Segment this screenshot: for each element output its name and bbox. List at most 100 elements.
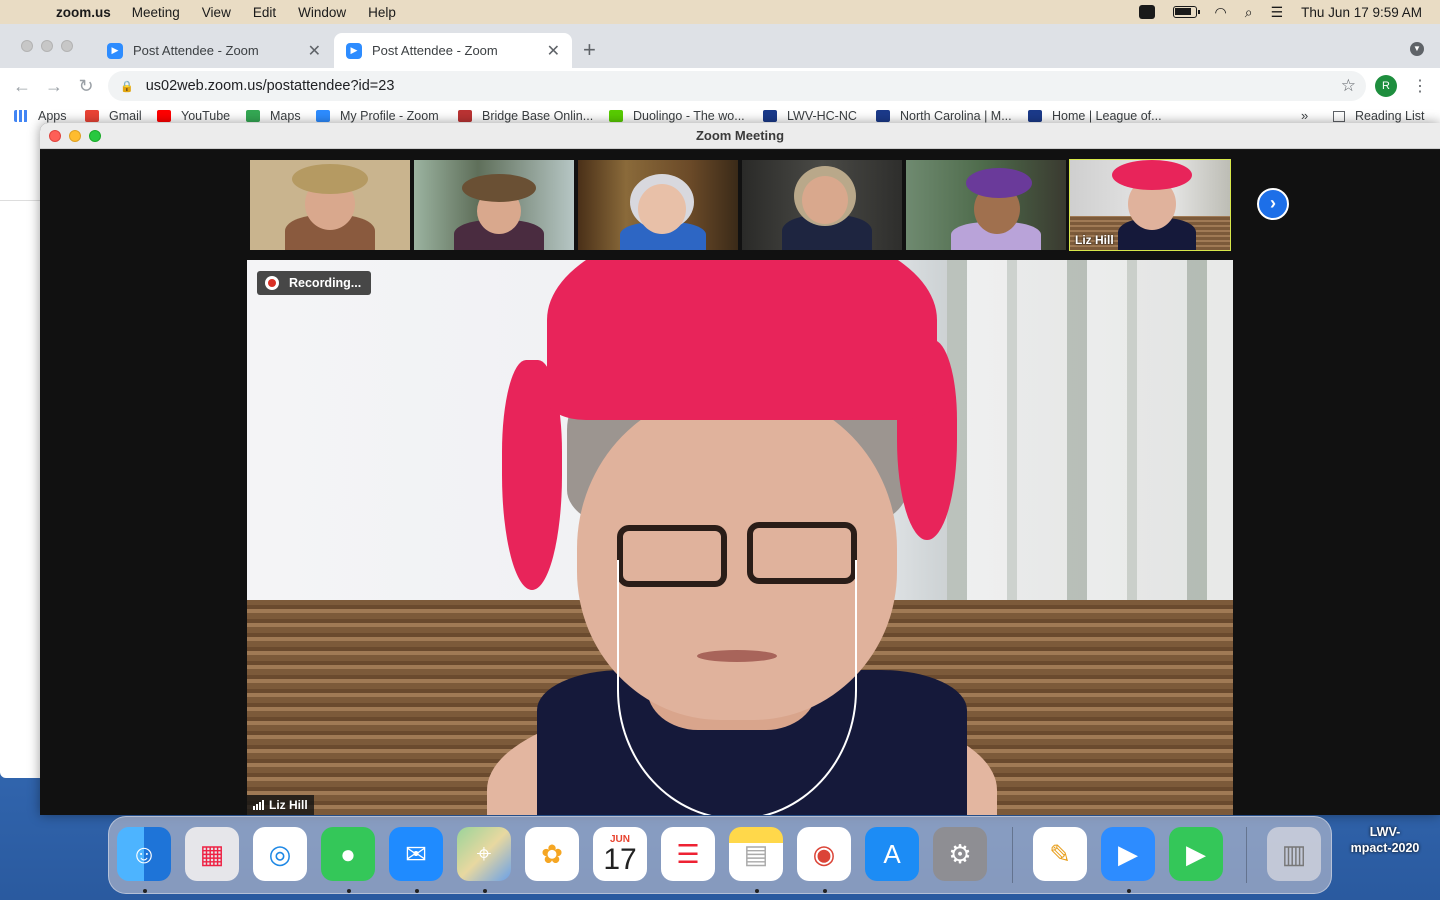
tab-search-icon[interactable]: ▼ <box>1410 42 1424 56</box>
safari-icon[interactable]: ◎ <box>253 827 307 881</box>
desktop-file-name: LWV- mpact-2020 <box>1350 825 1420 855</box>
running-indicator <box>1127 889 1131 893</box>
browser-menu-icon[interactable]: ⋮ <box>1412 76 1428 96</box>
tab-title: Post Attendee - Zoom <box>133 43 259 58</box>
tab-close-icon[interactable]: ✕ <box>547 41 560 61</box>
zoom-minimize-button[interactable] <box>69 130 81 142</box>
bookmark-gmail[interactable]: Gmail <box>85 109 142 123</box>
reload-icon[interactable]: ↻ <box>70 76 102 97</box>
tab-close-icon[interactable]: ✕ <box>308 41 321 61</box>
address-bar[interactable]: 🔒 us02web.zoom.us/postattendee?id=23 ☆ <box>108 71 1366 101</box>
gmail-icon <box>85 110 99 122</box>
bookmark-lwv-hc-nc[interactable]: LWV-HC-NC <box>763 109 857 123</box>
reminders-icon[interactable]: ☰ <box>661 827 715 881</box>
participant-face <box>638 184 686 234</box>
bookmark-home-league[interactable]: Home | League of... <box>1028 109 1162 123</box>
participant-thumbnail[interactable] <box>906 160 1066 250</box>
tab-strip: ▶ Post Attendee - Zoom ✕ ▶ Post Attendee… <box>0 24 1440 68</box>
launchpad-icon[interactable]: ▦ <box>185 827 239 881</box>
reading-list-label: Reading List <box>1355 109 1425 123</box>
app-store-icon[interactable]: A <box>865 827 919 881</box>
zoom-meeting-body: Liz Hill › Recording... Liz Hill <box>40 150 1440 815</box>
bookmark-label: My Profile - Zoom <box>340 109 439 123</box>
active-speaker-video[interactable]: Recording... Liz Hill <box>247 260 1233 815</box>
spotlight-search-icon[interactable]: ⌕ <box>1245 4 1253 21</box>
back-arrow-icon[interactable]: ← <box>6 76 38 97</box>
participant-thumbnail-active[interactable]: Liz Hill <box>1069 159 1231 251</box>
zoom-favicon-icon: ▶ <box>107 42 123 59</box>
bookmark-apps[interactable]: Apps <box>14 109 67 123</box>
maps-icon[interactable]: ⌖ <box>457 827 511 881</box>
calendar-icon[interactable]: JUN 17 <box>593 827 647 881</box>
record-dot-icon <box>265 276 279 290</box>
bookmark-duolingo[interactable]: Duolingo - The wo... <box>609 109 745 123</box>
participant-thumbnail[interactable] <box>250 160 410 250</box>
browser-close-button[interactable] <box>21 40 33 52</box>
menu-app-name[interactable]: zoom.us <box>56 5 111 20</box>
chrome-icon[interactable]: ◉ <box>797 827 851 881</box>
zoom-fullscreen-button[interactable] <box>89 130 101 142</box>
wifi-icon[interactable]: ◠ <box>1215 4 1227 21</box>
zoom-close-button[interactable] <box>49 130 61 142</box>
earphone-cord <box>617 560 857 815</box>
browser-tab[interactable]: ▶ Post Attendee - Zoom ✕ <box>95 33 333 68</box>
recording-label: Recording... <box>289 276 362 290</box>
participant-thumbnail[interactable] <box>578 160 738 250</box>
photos-icon[interactable]: ✿ <box>525 827 579 881</box>
finder-icon[interactable]: ☺ <box>117 827 171 881</box>
speaker-name: Liz Hill <box>269 798 308 812</box>
participant-hat <box>966 168 1032 198</box>
running-indicator <box>755 889 759 893</box>
zoom-app-icon[interactable]: ▶ <box>1101 827 1155 881</box>
menu-help[interactable]: Help <box>368 5 396 20</box>
control-center-icon[interactable]: ☰ <box>1271 4 1284 21</box>
notes-icon[interactable]: ▤ <box>729 827 783 881</box>
participant-thumbnail[interactable] <box>742 160 902 250</box>
pages-icon[interactable]: ✎ <box>1033 827 1087 881</box>
menu-window[interactable]: Window <box>298 5 346 20</box>
dock: ☺ ▦ ◎ ● ✉ ⌖ ✿ JUN 17 ☰ ▤ ◉ A ⚙ ✎ ▶ ▶ ▥ <box>108 816 1332 894</box>
url-text[interactable]: us02web.zoom.us/postattendee?id=23 <box>146 78 395 94</box>
new-tab-button[interactable]: + <box>583 37 596 63</box>
browser-zoom-button[interactable] <box>61 40 73 52</box>
bookmark-star-icon[interactable]: ☆ <box>1341 76 1356 96</box>
lwv-icon <box>1028 110 1042 122</box>
battery-icon[interactable] <box>1172 6 1200 18</box>
recording-indicator[interactable]: Recording... <box>257 271 372 295</box>
bookmark-bridge-base[interactable]: Bridge Base Onlin... <box>458 109 593 123</box>
browser-tab-active[interactable]: ▶ Post Attendee - Zoom ✕ <box>334 33 572 68</box>
lock-icon[interactable]: 🔒 <box>120 80 134 93</box>
bookmark-label: Home | League of... <box>1052 109 1162 123</box>
menubar-clock[interactable]: Thu Jun 17 9:59 AM <box>1301 5 1422 20</box>
next-page-button[interactable]: › <box>1257 188 1289 220</box>
messages-icon[interactable]: ● <box>321 827 375 881</box>
bookmark-label: North Carolina | M... <box>900 109 1012 123</box>
menu-view[interactable]: View <box>202 5 231 20</box>
youtube-icon <box>157 110 171 122</box>
bookmark-youtube[interactable]: YouTube <box>157 109 230 123</box>
bookmark-north-carolina[interactable]: North Carolina | M... <box>876 109 1012 123</box>
profile-avatar[interactable]: R <box>1375 75 1397 97</box>
running-indicator <box>483 889 487 893</box>
bookmark-maps[interactable]: Maps <box>246 109 301 123</box>
browser-toolbar: ← → ↻ 🔒 us02web.zoom.us/postattendee?id=… <box>0 68 1440 104</box>
facetime-icon[interactable]: ▶ <box>1169 827 1223 881</box>
zoom-status-icon[interactable] <box>1138 5 1155 19</box>
mail-icon[interactable]: ✉ <box>389 827 443 881</box>
desktop-file-label[interactable]: LWV- mpact-2020 <box>1330 824 1440 856</box>
bookmark-label: YouTube <box>181 109 231 123</box>
maps-icon <box>246 110 260 122</box>
participant-thumbnail[interactable] <box>414 160 574 250</box>
bookmarks-overflow-button[interactable]: » <box>1301 108 1308 123</box>
bookmark-label: Apps <box>38 109 67 123</box>
apps-grid-icon <box>14 110 28 122</box>
menu-meeting[interactable]: Meeting <box>132 5 180 20</box>
bookmark-label: Maps <box>270 109 301 123</box>
bookmark-my-profile-zoom[interactable]: My Profile - Zoom <box>316 109 439 123</box>
reading-list-button[interactable]: Reading List <box>1333 109 1425 123</box>
system-preferences-icon[interactable]: ⚙ <box>933 827 987 881</box>
menu-edit[interactable]: Edit <box>253 5 276 20</box>
trash-icon[interactable]: ▥ <box>1267 827 1321 881</box>
forward-arrow-icon[interactable]: → <box>38 76 70 97</box>
browser-minimize-button[interactable] <box>41 40 53 52</box>
